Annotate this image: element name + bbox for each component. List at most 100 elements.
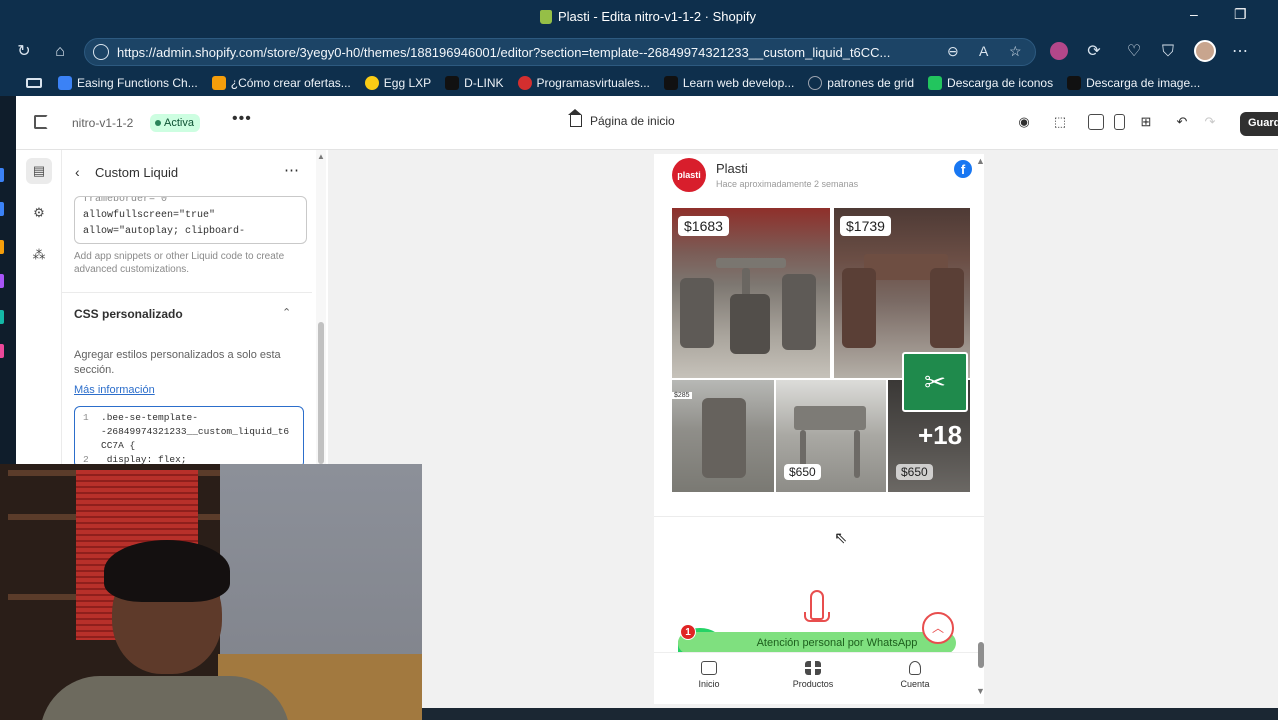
- maximize-icon[interactable]: ❐: [1234, 6, 1247, 23]
- read-aloud-icon[interactable]: A: [979, 43, 988, 59]
- exit-editor-icon[interactable]: [34, 115, 48, 129]
- user-icon: [909, 661, 921, 675]
- bookmark-favicon: [663, 76, 678, 90]
- minimize-icon[interactable]: –: [1190, 6, 1198, 22]
- desktop-view-icon[interactable]: [1088, 114, 1104, 130]
- bookmark-item[interactable]: Descarga de image...: [1067, 76, 1200, 90]
- scroll-down-icon[interactable]: ▼: [976, 686, 985, 696]
- back-chevron-icon[interactable]: ‹: [75, 164, 80, 180]
- bookmark-item[interactable]: Egg LXP: [364, 76, 431, 90]
- storefront-preview: plasti Plasti Hace aproximadamente 2 sem…: [654, 154, 984, 704]
- save-button[interactable]: Guarda: [1240, 112, 1278, 136]
- shield-icon[interactable]: ⛉: [1158, 42, 1178, 62]
- price-tag: $650: [896, 464, 933, 480]
- bookmark-item[interactable]: Programasvirtuales...: [517, 76, 650, 90]
- facebook-icon[interactable]: f: [954, 160, 972, 178]
- sections-icon[interactable]: ▤: [26, 158, 52, 184]
- bookmarks-bar: Easing Functions Ch... ¿Cómo crear ofert…: [0, 70, 1278, 96]
- bookmark-item[interactable]: Learn web develop...: [663, 76, 794, 90]
- panel-more-icon[interactable]: ⋯: [284, 161, 299, 179]
- more-photos-count[interactable]: +18: [918, 420, 962, 451]
- css-line: -26849974321233__custom_liquid_t6: [101, 426, 290, 437]
- mobile-bottom-nav: Inicio Productos Cuenta: [654, 652, 984, 704]
- divider: [62, 292, 312, 293]
- css-section-title[interactable]: CSS personalizado: [74, 307, 183, 321]
- status-badge: Activa: [150, 114, 200, 132]
- browser-toolbar: ↻ ⌂ https://admin.shopify.com/store/3yeg…: [0, 34, 1278, 70]
- health-icon[interactable]: ♡: [1124, 42, 1144, 62]
- store-icon: [701, 661, 717, 675]
- preview-scrollbar[interactable]: ▲ ▼: [976, 156, 986, 702]
- mobile-view-icon[interactable]: [1114, 114, 1125, 130]
- zoom-icon[interactable]: ⊖: [947, 43, 959, 60]
- favorite-star-icon[interactable]: ☆: [1009, 43, 1022, 60]
- profile-avatar[interactable]: [1194, 40, 1216, 62]
- tools-icon[interactable]: ✂: [902, 352, 968, 412]
- price-tag: $650: [784, 464, 821, 480]
- bookmark-favicon: [928, 76, 943, 90]
- liquid-code-field[interactable]: frameborder="0" allowfullscreen="true" a…: [74, 196, 307, 244]
- fullwidth-view-icon[interactable]: ⊞: [1138, 114, 1154, 130]
- nav-item-productos[interactable]: Productos: [778, 661, 848, 689]
- panel-scrollbar[interactable]: ▲: [316, 150, 326, 464]
- page-picker-label: Página de inicio: [590, 114, 675, 128]
- custom-css-editor[interactable]: 1 .bee-se-template- -26849974321233__cust…: [74, 406, 304, 464]
- product-photo[interactable]: $1683: [672, 208, 830, 378]
- site-info-icon[interactable]: [93, 44, 109, 60]
- bookmark-item[interactable]: Easing Functions Ch...: [58, 76, 198, 90]
- theme-name[interactable]: nitro-v1-1-2: [72, 116, 133, 130]
- scroll-up-icon[interactable]: ▲: [976, 156, 985, 166]
- bookmark-favicon: [58, 76, 72, 90]
- product-photo[interactable]: $285: [672, 380, 774, 492]
- bookmark-item[interactable]: D-LINK: [445, 76, 504, 90]
- person-shirt: [40, 676, 290, 720]
- sidekick-icon[interactable]: ◉: [1016, 114, 1032, 130]
- extension-icon[interactable]: [1050, 42, 1068, 60]
- bookmark-item[interactable]: ¿Cómo crear ofertas...: [211, 76, 351, 90]
- whatsapp-cta[interactable]: Atención personal por WhatsApp: [678, 632, 956, 654]
- redo-icon[interactable]: ↷: [1202, 114, 1218, 130]
- post-time: Hace aproximadamente 2 semanas: [716, 179, 859, 189]
- bookmark-favicon: [1067, 76, 1082, 90]
- chevron-up-icon[interactable]: ⌃: [282, 306, 291, 319]
- css-line: .bee-se-template-: [101, 412, 198, 423]
- code-line: allow="autoplay; clipboard-: [83, 226, 246, 237]
- editor-sidebar-rail: ▤ ⚙ ⁂: [16, 150, 62, 464]
- address-bar[interactable]: https://admin.shopify.com/store/3yegy0-h…: [84, 38, 1036, 66]
- url-text[interactable]: https://admin.shopify.com/store/3yegy0-h…: [117, 45, 947, 60]
- product-photo-grid: $1683 $1739 $285 $650 +18 $650: [672, 208, 970, 492]
- webcam-overlay: [0, 464, 422, 720]
- home-icon[interactable]: ⌂: [50, 42, 70, 62]
- bookmark-item[interactable]: patrones de grid: [808, 76, 914, 90]
- scroll-to-top-button[interactable]: ︿: [922, 612, 954, 644]
- product-photo[interactable]: $650: [776, 380, 886, 492]
- page-picker[interactable]: Página de inicio: [568, 109, 675, 128]
- post-author: Plasti: [716, 161, 748, 176]
- theme-actions-button[interactable]: •••: [232, 110, 252, 128]
- app-embeds-icon[interactable]: ⁂: [30, 246, 48, 264]
- nav-item-inicio[interactable]: Inicio: [674, 661, 744, 689]
- rocket-icon: [804, 590, 830, 630]
- theme-settings-icon[interactable]: ⚙: [30, 204, 48, 222]
- nav-item-cuenta[interactable]: Cuenta: [880, 661, 950, 689]
- more-info-link[interactable]: Más información: [74, 384, 155, 396]
- inspector-icon[interactable]: ⬚: [1052, 114, 1068, 130]
- browser-menu-icon[interactable]: ⋯: [1230, 42, 1250, 62]
- bookmark-favicon: [445, 76, 460, 90]
- bookmarks-toggle-icon[interactable]: [26, 78, 42, 88]
- home-page-icon: [568, 109, 582, 127]
- scroll-up-icon[interactable]: ▲: [317, 152, 325, 161]
- price-tag: $1739: [840, 216, 891, 236]
- editor-topbar: nitro-v1-1-2 Activa ••• Página de inicio…: [16, 96, 1278, 150]
- reload-icon[interactable]: ↻: [14, 42, 34, 62]
- preview-canvas: plasti Plasti Hace aproximadamente 2 sem…: [328, 150, 1278, 708]
- price-tag: $1683: [678, 216, 729, 236]
- scroll-thumb[interactable]: [318, 322, 324, 464]
- code-line: allowfullscreen="true": [83, 210, 216, 221]
- plasti-logo: plasti: [672, 158, 706, 192]
- scroll-thumb[interactable]: [978, 642, 984, 668]
- undo-icon[interactable]: ↶: [1174, 114, 1190, 130]
- extensions-puzzle-icon[interactable]: ⟳: [1084, 42, 1104, 62]
- bookmark-item[interactable]: Descarga de iconos: [928, 76, 1053, 90]
- browser-title-bar: Plasti - Edita nitro-v1-1-2 · Shopify – …: [0, 0, 1278, 34]
